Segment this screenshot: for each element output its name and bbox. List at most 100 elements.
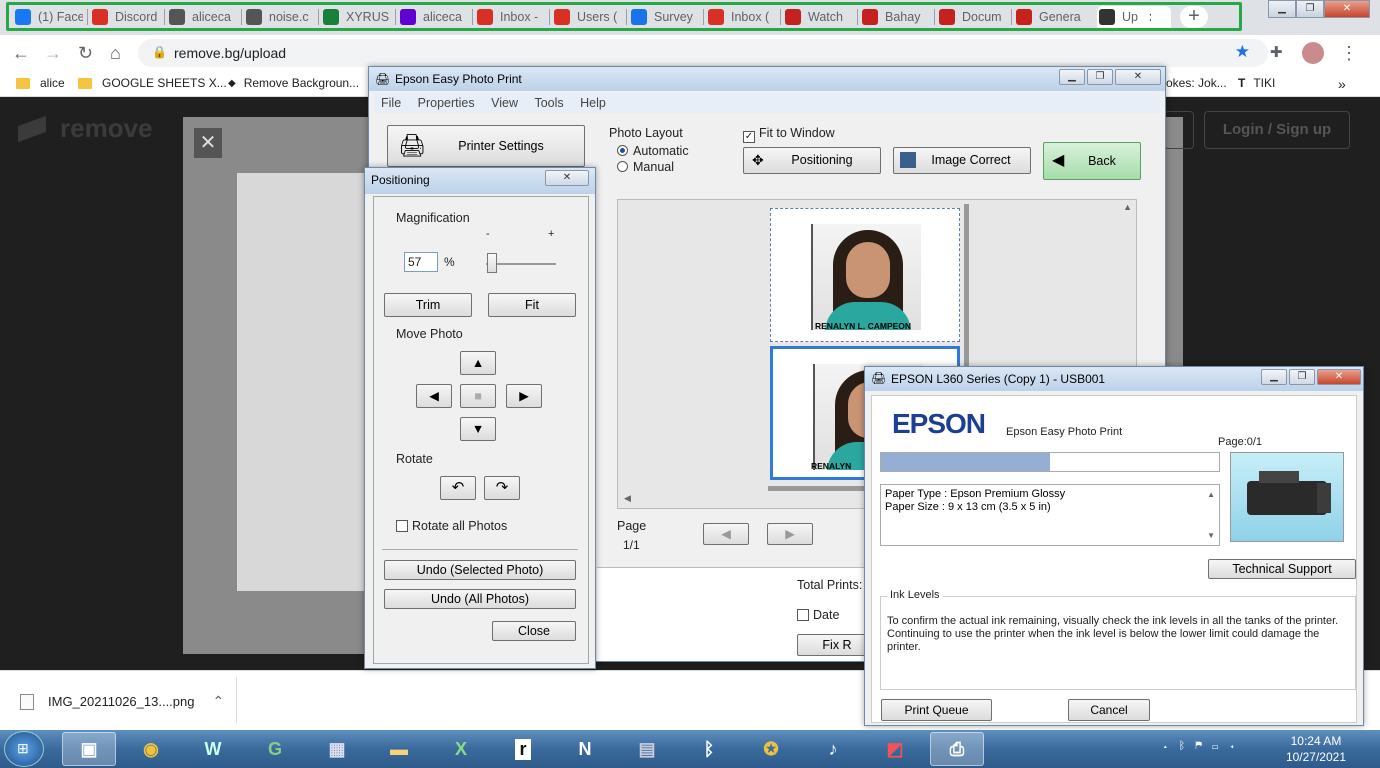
tab[interactable]: noise.c [246,7,314,27]
tab[interactable]: Genera [1016,7,1084,27]
close-icon[interactable]: ✕ [1324,0,1370,18]
prev-page-button[interactable]: ◀ [703,523,749,545]
back-icon[interactable]: ← [12,43,30,64]
taskbar-app[interactable]: ▦ [310,732,364,766]
bluetooth-icon[interactable]: ᛒ [1179,740,1196,752]
undo-selected-button[interactable]: Undo (Selected Photo) [384,560,576,580]
menu-help[interactable]: Help [580,96,606,110]
network-icon[interactable]: ▭ [1212,740,1229,752]
tab[interactable]: Inbox ( [708,7,776,27]
modal-close-button[interactable]: ✕ [194,128,222,158]
tab[interactable]: Users ( [554,7,622,27]
taskbar-app[interactable]: ◩ [868,732,922,766]
taskbar-app[interactable]: ▤ [620,732,674,766]
bookmarks-overflow[interactable]: » [1338,76,1346,92]
clock[interactable]: 10:24 AM 10/27/2021 [1286,733,1346,765]
move-up-button[interactable]: ▲ [460,351,496,375]
taskbar-app[interactable]: ♪ [806,732,860,766]
menu-file[interactable]: File [381,96,401,110]
tab[interactable]: XYRUS [323,7,391,27]
rotate-left-button[interactable]: ↶ [440,476,476,500]
flag-icon[interactable]: ⚑ [1195,740,1212,752]
tab[interactable]: Survey [631,7,699,27]
fit-to-window-checkbox[interactable]: ✓ Fit to Window [743,126,835,143]
menu-properties[interactable]: Properties [418,96,475,110]
taskbar-app[interactable]: X [434,732,488,766]
forward-icon[interactable]: → [44,43,62,64]
removebg-logo[interactable]: remove [18,113,153,144]
rotate-right-button[interactable]: ↷ [484,476,520,500]
magnification-input[interactable]: 57 [404,252,438,272]
positioning-button[interactable]: ✥ Positioning [743,147,881,174]
scroll-left-icon[interactable]: ◀ [624,493,631,504]
photo-slot-1[interactable]: RENALYN L. CAMPEON [770,208,960,342]
taskbar-app[interactable]: ▬ [372,732,426,766]
printer-settings-button[interactable]: 🖨 Printer Settings [387,125,585,167]
tray-expand-icon[interactable]: ▴ [1162,740,1179,752]
profile-avatar[interactable] [1302,42,1324,64]
url-text[interactable]: remove.bg/upload [174,45,286,61]
taskbar-app[interactable]: ᛒ [682,732,736,766]
taskbar-app[interactable]: G [248,732,302,766]
login-signup-button[interactable]: Login / Sign up [1204,111,1350,149]
cancel-button[interactable]: Cancel [1068,699,1150,721]
chevron-up-icon[interactable]: ⌃ [213,693,225,710]
taskbar-app[interactable]: ▣ [62,732,116,766]
home-icon[interactable]: ⌂ [110,43,121,64]
taskbar-app[interactable]: ⎙ [930,732,984,766]
close-icon[interactable]: ✕ [1115,69,1161,85]
tab[interactable]: aliceca [400,7,468,27]
taskbar-app[interactable]: r [496,732,550,766]
date-checkbox[interactable]: Date [797,608,839,622]
header-button[interactable] [1164,111,1194,149]
minimize-icon[interactable]: ▁ [1261,369,1287,385]
system-tray[interactable]: ▴ᛒ⚑▭◂ [1162,740,1245,752]
bookmark-item[interactable]: GOOGLE SHEETS X... [78,76,227,90]
tab[interactable]: Discord [92,7,160,27]
tab[interactable]: Bahay [862,7,930,27]
close-icon[interactable]: ✕ [1317,369,1361,385]
restore-icon[interactable]: ❐ [1296,0,1324,18]
start-button[interactable]: ⊞ [4,731,44,767]
tab[interactable]: Inbox - [477,7,545,27]
taskbar-app[interactable]: ✪ [744,732,798,766]
technical-support-button[interactable]: Technical Support [1208,559,1356,579]
taskbar-app[interactable]: W [186,732,240,766]
tab[interactable]: Docum [939,7,1007,27]
magnification-slider-thumb[interactable] [487,253,498,273]
undo-all-button[interactable]: Undo (All Photos) [384,589,576,609]
menu-kebab-icon[interactable]: ⋮ [1340,43,1358,64]
tab[interactable]: aliceca [169,7,237,27]
bookmark-star-icon[interactable]: ★ [1235,42,1250,62]
close-icon[interactable]: ✕ [545,170,589,186]
manual-radio[interactable]: Manual [617,160,674,174]
reload-icon[interactable]: ↻ [78,43,93,64]
move-left-button[interactable]: ◀ [416,384,452,408]
tab-close-icon[interactable]: ✕ [1148,10,1151,25]
scroll-down-icon[interactable]: ▼ [1207,529,1215,542]
bookmark-item[interactable]: alice [16,76,65,90]
download-item[interactable]: IMG_20211026_13....png ⌃ [20,693,224,710]
tab[interactable]: (1) Face [15,7,83,27]
bookmark-item[interactable]: ◆ Remove Backgroun... [228,76,359,90]
move-right-button[interactable]: ▶ [506,384,542,408]
move-center-button[interactable]: ■ [460,384,496,408]
minimize-icon[interactable]: ▁ [1059,69,1085,85]
move-down-button[interactable]: ▼ [460,417,496,441]
next-page-button[interactable]: ▶ [767,523,813,545]
extensions-icon[interactable]: ✚ [1270,43,1283,61]
tab[interactable]: Watch [785,7,853,27]
scroll-up-icon[interactable]: ▲ [1207,488,1215,501]
menu-tools[interactable]: Tools [534,96,563,110]
scroll-up-icon[interactable]: ▲ [1123,202,1132,212]
print-queue-button[interactable]: Print Queue [881,699,992,721]
tab-active[interactable]: Up✕ [1099,7,1151,27]
address-bar[interactable]: 🔒 remove.bg/upload ★ [138,39,1268,67]
maximize-icon[interactable]: ❐ [1289,369,1315,385]
volume-icon[interactable]: ◂ [1228,740,1245,752]
rotate-all-checkbox[interactable]: Rotate all Photos [396,519,507,533]
bookmark-item[interactable]: T TIKI [1238,76,1275,90]
trim-button[interactable]: Trim [384,293,472,317]
minimize-icon[interactable]: ▁ [1268,0,1296,18]
bookmark-item[interactable]: okes: Jok... [1166,76,1227,90]
